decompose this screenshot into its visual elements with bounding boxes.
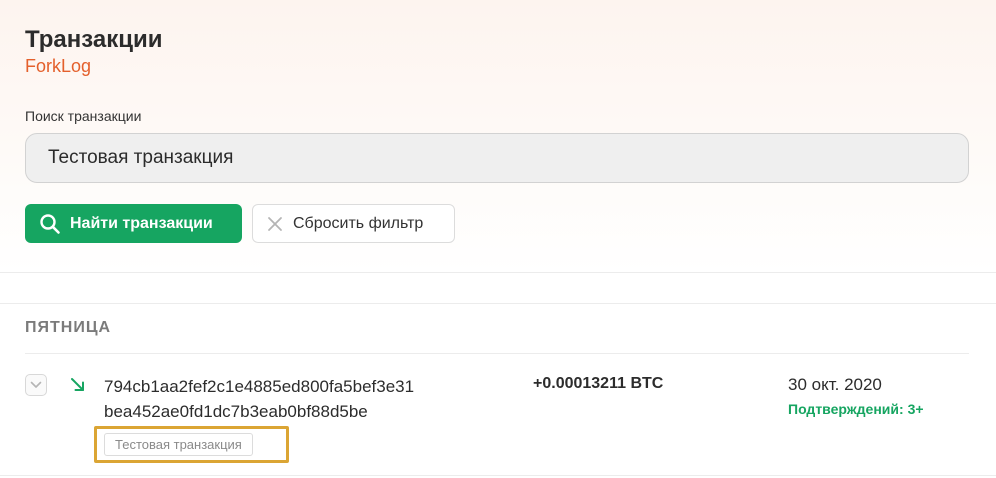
find-transactions-label: Найти транзакции	[70, 214, 213, 232]
chevron-down-icon	[30, 381, 42, 388]
day-group-heading: ПЯТНИЦА	[25, 319, 112, 336]
search-label: Поиск транзакции	[25, 108, 142, 124]
page-title: Транзакции	[25, 26, 163, 53]
close-icon	[268, 216, 282, 231]
transaction-hash-line: 794cb1aa2fef2c1e4885ed800fa5bef3e31	[104, 377, 415, 396]
divider	[25, 353, 969, 354]
confirmation-status: Подтверждений: 3+	[788, 401, 924, 417]
find-transactions-button[interactable]: Найти транзакции	[25, 204, 242, 243]
search-icon	[40, 213, 60, 234]
transaction-date: 30 окт. 2020	[788, 375, 882, 394]
transaction-amount: +0.00013211 BTC	[533, 375, 664, 392]
incoming-arrow-icon	[71, 378, 84, 391]
divider	[0, 475, 996, 476]
search-input[interactable]	[25, 133, 969, 183]
expand-row-button[interactable]	[25, 374, 47, 396]
transaction-hash-line: bea452ae0fd1dc7b3eab0bf88d5be	[104, 402, 368, 421]
transaction-label-tag[interactable]: Тестовая транзакция	[104, 433, 253, 456]
transaction-hash-link[interactable]: 794cb1aa2fef2c1e4885ed800fa5bef3e31 bea4…	[104, 374, 504, 424]
wallet-name: ForkLog	[25, 56, 92, 76]
reset-filter-label: Сбросить фильтр	[293, 214, 424, 232]
reset-filter-button[interactable]: Сбросить фильтр	[252, 204, 455, 243]
divider	[0, 303, 996, 304]
